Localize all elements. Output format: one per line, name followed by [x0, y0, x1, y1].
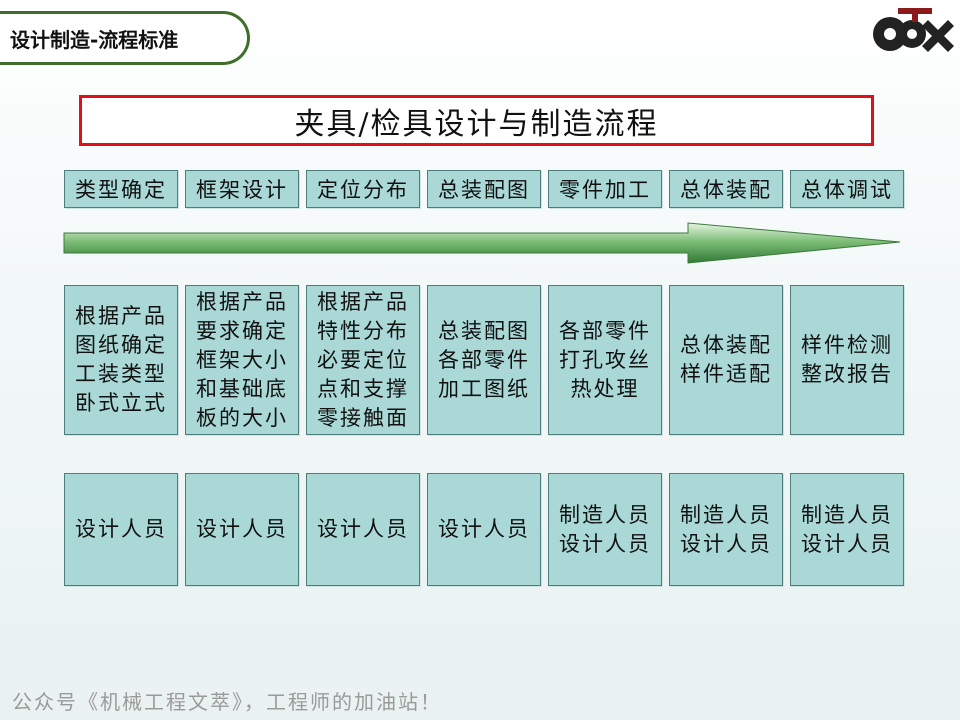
- description-box: 总体装配 样件适配: [669, 285, 783, 435]
- flow-arrow-icon: [63, 222, 901, 264]
- description-box: 各部零件 打孔攻丝 热处理: [548, 285, 662, 435]
- description-box: 根据产品 要求确定 框架大小 和基础底 板的大小: [185, 285, 299, 435]
- step-box: 类型确定: [64, 170, 178, 208]
- personnel-box: 制造人员 设计人员: [548, 473, 662, 586]
- step-box: 总体装配: [669, 170, 783, 208]
- main-title: 夹具/检具设计与制造流程: [79, 95, 874, 146]
- description-box: 样件检测 整改报告: [790, 285, 904, 435]
- personnel-box: 制造人员 设计人员: [669, 473, 783, 586]
- personnel-box: 设计人员: [427, 473, 541, 586]
- section-title-tab: 设计制造-流程标准: [0, 11, 250, 65]
- personnel-box: 设计人员: [185, 473, 299, 586]
- personnel-box: 设计人员: [306, 473, 420, 586]
- description-box: 根据产品 特性分布 必要定位 点和支撑 零接触面: [306, 285, 420, 435]
- personnel-box: 制造人员 设计人员: [790, 473, 904, 586]
- description-box: 总装配图 各部零件 加工图纸: [427, 285, 541, 435]
- company-logo-icon: [873, 8, 954, 52]
- step-box: 定位分布: [306, 170, 420, 208]
- section-title: 设计制造-流程标准: [10, 27, 179, 52]
- personnel-box: 设计人员: [64, 473, 178, 586]
- step-box: 零件加工: [548, 170, 662, 208]
- step-box: 总装配图: [427, 170, 541, 208]
- step-box: 框架设计: [185, 170, 299, 208]
- footer-watermark: 公众号《机械工程文萃》，工程师的加油站！: [12, 690, 442, 714]
- step-box: 总体调试: [790, 170, 904, 208]
- description-box: 根据产品 图纸确定 工装类型 卧式立式: [64, 285, 178, 435]
